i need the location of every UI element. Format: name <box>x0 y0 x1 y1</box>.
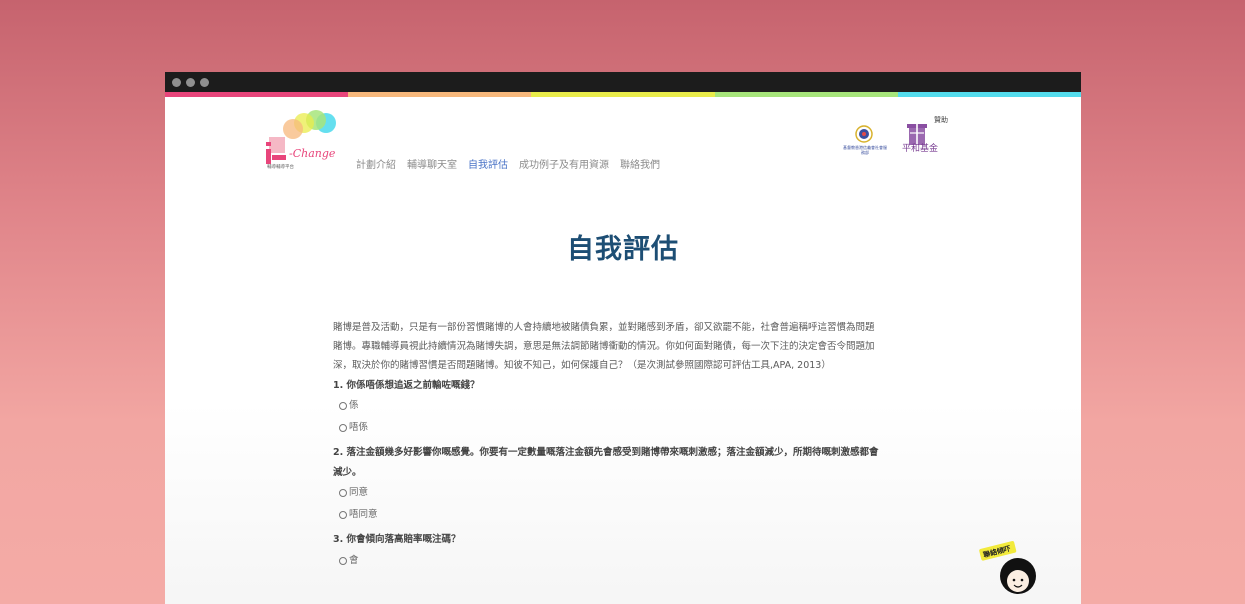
svg-text:輔導輔導平台: 輔導輔導平台 <box>267 163 294 169</box>
question-1: 1. 你係唔係想追返之前輸咗嘅錢？ <box>333 379 480 391</box>
nav-item-contact[interactable]: 聯絡我們 <box>620 156 660 171</box>
question-2: 2. 落注金額幾多好影響你嘅感覺。你要有一定數量嘅落注金額先會感受到賭博帶來嘅刺… <box>333 447 879 478</box>
assessment-content: 賭博是普及活動，只是有一部份習慣賭博的人會持續地被賭債負累，並對賭感到矛盾，卻又… <box>333 318 881 572</box>
browser-window: -Change 輔導輔導平台 計劃介紹 輔導聊天室 自我評估 成功例子及有用資源… <box>165 72 1081 604</box>
site-header: -Change 輔導輔導平台 計劃介紹 輔導聊天室 自我評估 成功例子及有用資源… <box>165 97 1081 187</box>
sponsor-block: 基督教香港信義會社會服務部 贊助 平和基金 <box>841 115 951 165</box>
radio-icon[interactable] <box>339 424 347 433</box>
window-minimize-button[interactable] <box>186 78 195 87</box>
radio-icon[interactable] <box>339 489 347 498</box>
nav-item-plan[interactable]: 計劃介紹 <box>356 156 396 171</box>
nav-item-self-assessment[interactable]: 自我評估 <box>468 156 508 171</box>
option-label: 唔同意 <box>349 509 378 521</box>
window-close-button[interactable] <box>172 78 181 87</box>
sponsor-org-name: 平和基金 <box>902 144 939 154</box>
option-label: 唔係 <box>349 422 369 434</box>
i-change-logo[interactable]: -Change 輔導輔導平台 <box>265 109 340 169</box>
partner-org-name: 基督教香港信義會社會服務部 <box>843 145 887 155</box>
window-maximize-button[interactable] <box>200 78 209 87</box>
sponsor-label: 贊助 <box>934 116 948 124</box>
chat-widget-button[interactable]: 聯絡傾吓 <box>979 538 1039 598</box>
radio-icon[interactable] <box>339 402 347 411</box>
nav-item-chatroom[interactable]: 輔導聊天室 <box>407 156 457 171</box>
question-3-option-yes[interactable]: 會 <box>333 550 881 572</box>
question-3: 3. 你會傾向落高賠率嘅注碼？ <box>333 534 461 546</box>
page-title: 自我評估 <box>567 234 679 265</box>
question-1-option-no[interactable]: 唔係 <box>333 417 881 439</box>
option-label: 同意 <box>349 487 369 499</box>
intro-paragraph: 賭博是普及活動，只是有一部份習慣賭博的人會持續地被賭債負累，並對賭感到矛盾，卻又… <box>333 322 875 372</box>
window-titlebar <box>165 72 1081 92</box>
partner-org-emblem[interactable] <box>855 125 873 143</box>
svg-text:-Change: -Change <box>289 147 336 160</box>
question-1-option-yes[interactable]: 係 <box>333 395 881 417</box>
radio-icon[interactable] <box>339 556 347 565</box>
question-2-option-agree[interactable]: 同意 <box>333 482 881 504</box>
question-2-option-disagree[interactable]: 唔同意 <box>333 504 881 526</box>
nav-item-resources[interactable]: 成功例子及有用資源 <box>519 156 609 171</box>
option-label: 會 <box>349 554 359 566</box>
main-nav: 計劃介紹 輔導聊天室 自我評估 成功例子及有用資源 聯絡我們 <box>356 156 660 171</box>
radio-icon[interactable] <box>339 511 347 520</box>
option-label: 係 <box>349 400 359 412</box>
